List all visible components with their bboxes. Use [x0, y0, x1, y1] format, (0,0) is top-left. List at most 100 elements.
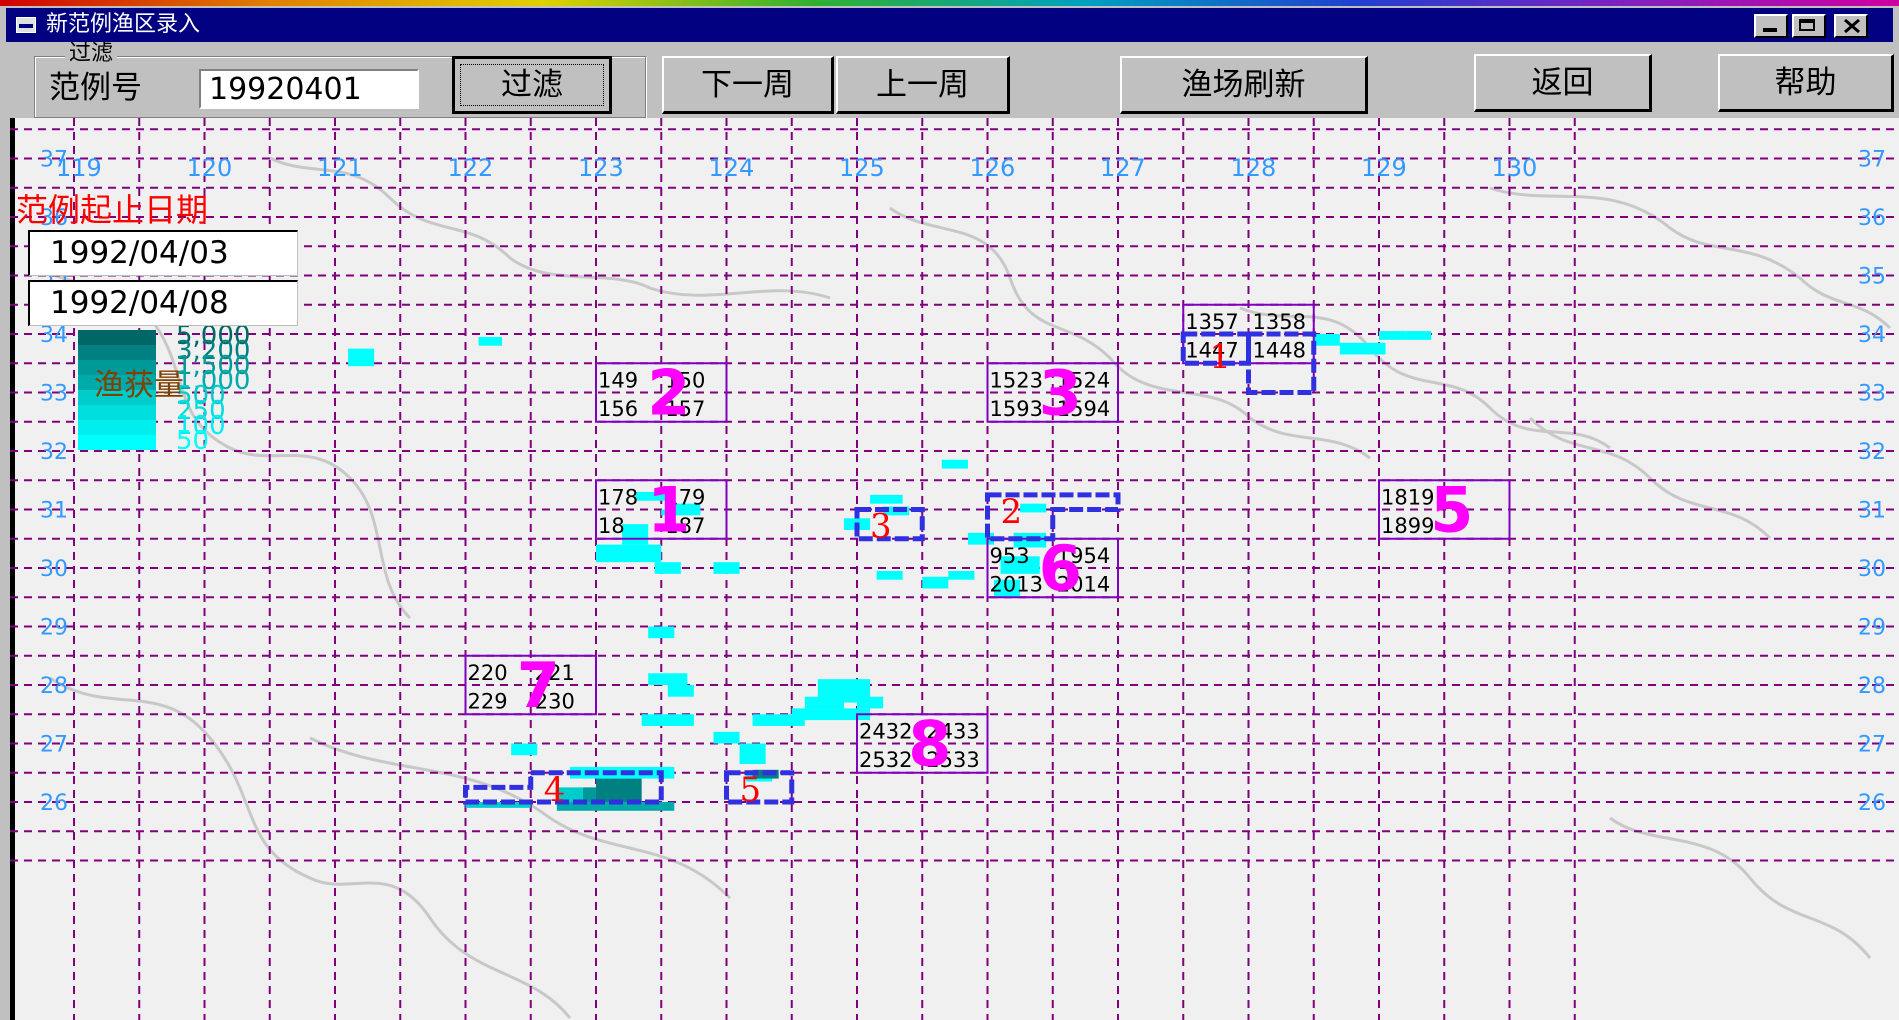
zone-number: 1 [647, 474, 690, 547]
zone-frame-number: 5 [740, 770, 762, 810]
lat-label-right: 31 [1858, 499, 1886, 524]
lon-label: 124 [709, 154, 755, 182]
case-number-label: 范例号 [49, 70, 142, 106]
lat-label-left: 27 [40, 733, 68, 758]
catch-cell [713, 731, 740, 744]
close-icon[interactable] [1834, 14, 1868, 38]
top-color-strip [0, 0, 1899, 6]
lat-label-right: 34 [1858, 323, 1886, 348]
lat-label-right: 33 [1858, 382, 1886, 407]
lat-label-left: 31 [40, 499, 68, 524]
fishing-map[interactable]: 3837363534333231302928272638373635343332… [10, 118, 1899, 1020]
lon-label: 119 [56, 154, 102, 182]
catch-cell [876, 570, 903, 580]
lat-label-left: 29 [40, 616, 68, 641]
catch-cell [870, 494, 903, 504]
zone-number: 8 [908, 708, 951, 781]
lon-label: 125 [839, 154, 885, 182]
lon-label: 128 [1231, 154, 1277, 182]
catch-cell [739, 743, 766, 764]
maximize-icon[interactable] [1792, 14, 1826, 38]
prev-week-button[interactable]: 上一周 [836, 56, 1010, 114]
lat-label-left: 30 [40, 557, 68, 582]
catch-cell [654, 562, 681, 574]
legend-level-label: 50 [176, 426, 209, 456]
zone-frame-number: 2 [1001, 492, 1023, 532]
catch-cell [511, 743, 538, 756]
help-button[interactable]: 帮助 [1718, 54, 1894, 112]
zone-number: 2 [647, 357, 690, 430]
zone-frame-number: 4 [544, 770, 566, 810]
catch-cell [857, 696, 884, 709]
lat-label-left: 33 [40, 382, 68, 407]
zone-cell-number: 1448 [1253, 338, 1306, 362]
catch-cell [648, 626, 675, 639]
zone-cell-number: 220 [468, 661, 508, 685]
zone-cell-number: 2432 [859, 719, 912, 743]
lat-label-left: 34 [40, 323, 68, 348]
filter-button[interactable]: 过滤 [452, 56, 612, 114]
filter-group-label: 过滤 [65, 43, 118, 65]
catch-cell [622, 524, 649, 545]
catch-cell [804, 696, 844, 709]
catch-cell [1020, 503, 1047, 513]
start-date-field[interactable]: 1992/04/03 [28, 230, 298, 276]
catch-cell [641, 714, 694, 726]
lon-label: 123 [578, 154, 624, 182]
window-title-bar[interactable]: 新范例渔区录入 [6, 8, 1893, 42]
window-title: 新范例渔区录入 [46, 12, 201, 37]
catch-cell [1405, 331, 1432, 340]
catch-cell [941, 459, 968, 469]
zone-cell-number: 178 [598, 485, 638, 509]
legend-swatch [78, 435, 156, 450]
app-icon [16, 17, 36, 33]
lat-label-left: 28 [40, 674, 68, 699]
zone-cell-number: 229 [468, 689, 508, 713]
legend-swatch [78, 345, 156, 360]
legend-swatch [78, 420, 156, 435]
zone-cell-number: 1523 [990, 368, 1043, 392]
zone-cell-number: 18 [598, 514, 625, 538]
lat-label-left: 26 [40, 791, 68, 816]
zone-frame-number: 3 [870, 507, 892, 547]
return-button[interactable]: 返回 [1474, 54, 1652, 112]
catch-cell [713, 562, 740, 574]
lat-label-left: 32 [40, 440, 68, 465]
lon-label: 120 [187, 154, 233, 182]
lon-label: 122 [448, 154, 494, 182]
zone-cell-number: 149 [598, 368, 638, 392]
catch-cell [348, 348, 375, 367]
next-week-button[interactable]: 下一周 [662, 56, 834, 114]
catch-cell [922, 576, 949, 589]
lon-label: 129 [1361, 154, 1407, 182]
catch-cell [667, 685, 694, 697]
zone-cell-number: 1819 [1381, 485, 1434, 509]
minimize-icon[interactable] [1754, 14, 1788, 38]
zone-number: 5 [1430, 474, 1473, 547]
lon-label: 130 [1492, 154, 1538, 182]
zone-number: 6 [1039, 532, 1082, 605]
zone-cell-number: 1358 [1253, 310, 1306, 334]
refresh-fishing-ground-button[interactable]: 渔场刷新 [1120, 56, 1368, 114]
catch-cell [1339, 342, 1386, 355]
zone-cell-number: 953 [990, 544, 1030, 568]
zone-cell-number: 2013 [990, 572, 1043, 596]
lat-label-right: 28 [1858, 674, 1886, 699]
catch-cell [948, 570, 975, 580]
lat-label-right: 36 [1858, 206, 1886, 231]
catch-cell [1379, 331, 1406, 340]
lat-label-right: 29 [1858, 616, 1886, 641]
case-number-input[interactable] [199, 69, 419, 109]
zone-cell-number: 1899 [1381, 514, 1434, 538]
lon-label: 126 [970, 154, 1016, 182]
legend-swatch [78, 405, 156, 420]
end-date-field[interactable]: 1992/04/08 [28, 280, 298, 326]
lat-label-right: 27 [1858, 733, 1886, 758]
lat-label-right: 35 [1858, 265, 1886, 290]
lon-label: 121 [317, 154, 363, 182]
catch-legend-title: 渔获量 [94, 368, 184, 403]
catch-cell [648, 673, 688, 685]
zone-frame-number: 1 [1209, 337, 1231, 377]
zone-cell-number: 156 [598, 397, 638, 421]
catch-cell [478, 336, 503, 346]
